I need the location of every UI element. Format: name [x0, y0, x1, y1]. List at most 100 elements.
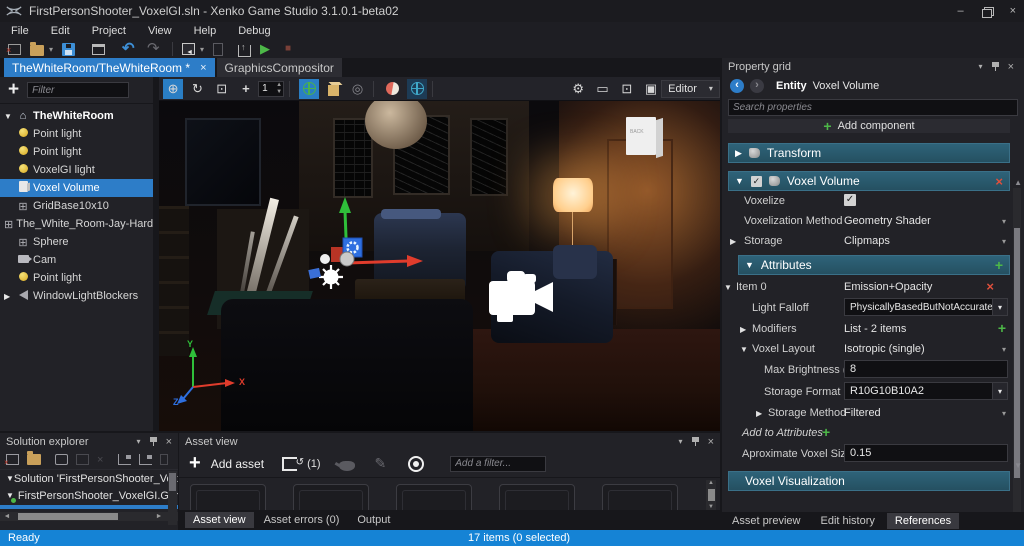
aproximate-voxel-size-input[interactable] [844, 444, 1008, 462]
vertical-scrollbar[interactable] [168, 471, 177, 525]
chevron-down-icon[interactable]: ▾ [1002, 217, 1006, 226]
open-folder-icon[interactable] [30, 45, 44, 56]
play-icon[interactable]: ▶ [260, 41, 276, 57]
tree-item-point-light[interactable]: Point light [0, 269, 153, 287]
tree-item-windowlightblockers[interactable]: ▶ WindowLightBlockers [0, 287, 153, 305]
minimize-button[interactable]: – [957, 5, 963, 17]
scroll-down-icon[interactable]: ▼ [1014, 461, 1022, 470]
tree-item-voxel-volume[interactable]: Voxel Volume [0, 179, 153, 197]
world-space-icon[interactable] [299, 79, 319, 99]
chevron-down-icon[interactable]: ▾ [679, 437, 683, 446]
menu-file[interactable]: File [0, 22, 40, 40]
render-mode-icon[interactable] [383, 79, 403, 99]
display-options-icon[interactable]: ▭ [592, 79, 612, 99]
add-folder-icon[interactable] [27, 454, 41, 465]
section-attributes[interactable]: ▼ Attributes + [738, 255, 1010, 275]
expander-icon[interactable]: ▶ [756, 409, 762, 418]
tree-item-voxelgi-light[interactable]: VoxelGI light [0, 161, 153, 179]
menu-edit[interactable]: Edit [40, 22, 81, 40]
scale-tool-icon[interactable]: ⊡ [212, 79, 232, 99]
collapse-all-icon[interactable] [118, 454, 131, 465]
property-search-input[interactable] [728, 99, 1018, 116]
tree-item-point-light[interactable]: Point light [0, 143, 153, 161]
chevron-down-icon[interactable]: ▾ [137, 437, 141, 446]
tab-asset-errors[interactable]: Asset errors (0) [256, 512, 348, 528]
new-project-icon[interactable] [8, 44, 21, 55]
asset-vertical-scrollbar[interactable]: ▲ ▼ [706, 480, 716, 510]
3d-viewport[interactable]: BACK [159, 101, 720, 431]
tree-item-cam[interactable]: Cam [0, 251, 153, 269]
new-item-icon[interactable] [6, 454, 19, 465]
expander-icon[interactable]: ▼ [740, 345, 748, 354]
max-brightness-input[interactable] [844, 360, 1008, 378]
move-tool-icon[interactable]: ⊕ [163, 79, 183, 99]
save-icon[interactable] [62, 43, 75, 56]
refresh-icon[interactable] [55, 454, 68, 465]
visibility-icon[interactable]: ◎ [347, 79, 367, 99]
pin-icon[interactable] [992, 62, 999, 72]
item0-combo[interactable]: Emission+Opacity [844, 281, 932, 293]
undo-icon[interactable]: ↶ [122, 41, 138, 57]
rotate-tool-icon[interactable]: ↻ [187, 79, 207, 99]
close-icon[interactable]: × [1008, 61, 1014, 73]
camera-options-icon[interactable]: ▣ [641, 79, 661, 99]
scroll-up-icon[interactable]: ▲ [1014, 178, 1022, 187]
property-grid-title-bar[interactable]: Property grid ▾ × [722, 58, 1024, 75]
asset-filter-input[interactable] [450, 456, 546, 472]
pin-icon[interactable] [692, 437, 699, 447]
attach-process-icon[interactable] [182, 43, 195, 55]
chevron-down-icon[interactable]: ▾ [992, 383, 1007, 399]
remove-item-icon[interactable]: × [986, 279, 994, 294]
snap-value-input[interactable] [259, 83, 277, 94]
expander-icon[interactable]: ▼ [4, 112, 16, 121]
local-space-icon[interactable] [323, 79, 343, 99]
snap-tool-icon[interactable]: + [236, 79, 256, 99]
expander-icon[interactable]: ▼ [724, 283, 732, 292]
window-layout-icon[interactable] [92, 44, 105, 55]
nav-forward-button[interactable]: › [750, 79, 764, 93]
menu-debug[interactable]: Debug [227, 22, 281, 40]
storage-combo[interactable]: Clipmaps [844, 235, 890, 247]
remove-component-icon[interactable]: × [995, 174, 1003, 189]
expander-icon[interactable]: ▼ [735, 176, 744, 186]
transform-gizmo[interactable] [307, 195, 427, 305]
open-dropdown-icon[interactable]: ▾ [49, 45, 53, 54]
add-modifier-icon[interactable]: + [998, 320, 1006, 336]
tab-asset-preview[interactable]: Asset preview [724, 513, 808, 529]
close-button[interactable]: × [1010, 5, 1016, 17]
selected-row-partial[interactable] [0, 505, 178, 509]
expander-icon[interactable]: ▶ [735, 148, 742, 159]
nav-back-button[interactable]: ‹ [730, 79, 744, 93]
storage-format-combobox[interactable]: R10G10B10A2 ▾ [844, 382, 1008, 400]
close-icon[interactable]: × [708, 436, 714, 448]
section-transform[interactable]: ▶ Transform [728, 143, 1010, 163]
tab-close-icon[interactable]: × [200, 62, 206, 74]
install-package-icon[interactable] [238, 45, 251, 57]
component-enabled-checkbox[interactable]: ✓ [751, 176, 762, 187]
tree-item-white-room-model[interactable]: ⊞ The_White_Room-Jay-Hardy [0, 215, 153, 233]
screenshot-icon[interactable]: ⊡ [617, 79, 637, 99]
tab-asset-view[interactable]: Asset view [185, 512, 254, 528]
restore-button[interactable] [982, 7, 992, 16]
add-asset-icon[interactable]: + [189, 452, 201, 475]
settings-gear-icon[interactable]: ⚙ [568, 79, 588, 99]
solution-project-row[interactable]: ▼ FirstPersonShooter_VoxelGI.Gar [0, 487, 178, 504]
chevron-down-icon[interactable]: ▾ [992, 299, 1007, 315]
solution-root-row[interactable]: ▼ Solution 'FirstPersonShooter_VoxelGI' [0, 470, 178, 487]
expander-icon[interactable]: ▶ [740, 325, 746, 334]
property-grid-scrollbar[interactable] [1013, 188, 1021, 546]
tab-edit-history[interactable]: Edit history [812, 513, 882, 529]
section-voxel-visualization[interactable]: Voxel Visualization [728, 471, 1010, 491]
tab-references[interactable]: References [887, 513, 959, 529]
chevron-down-icon[interactable]: ▾ [1002, 409, 1006, 418]
export-icon[interactable] [282, 457, 297, 471]
menu-project[interactable]: Project [81, 22, 137, 40]
tree-item-point-light[interactable]: Point light [0, 125, 153, 143]
snap-value-stepper[interactable]: ▲▼ [258, 81, 284, 97]
menu-view[interactable]: View [137, 22, 183, 40]
attach-dropdown-icon[interactable]: ▾ [200, 45, 204, 54]
solution-explorer-title-bar[interactable]: Solution explorer ▾ × [0, 433, 178, 450]
light-falloff-combobox[interactable]: PhysicallyBasedButNotAccurate ▾ [844, 298, 1008, 316]
add-to-attributes-icon[interactable]: + [822, 424, 830, 440]
add-asset-button[interactable]: Add asset [211, 457, 264, 471]
